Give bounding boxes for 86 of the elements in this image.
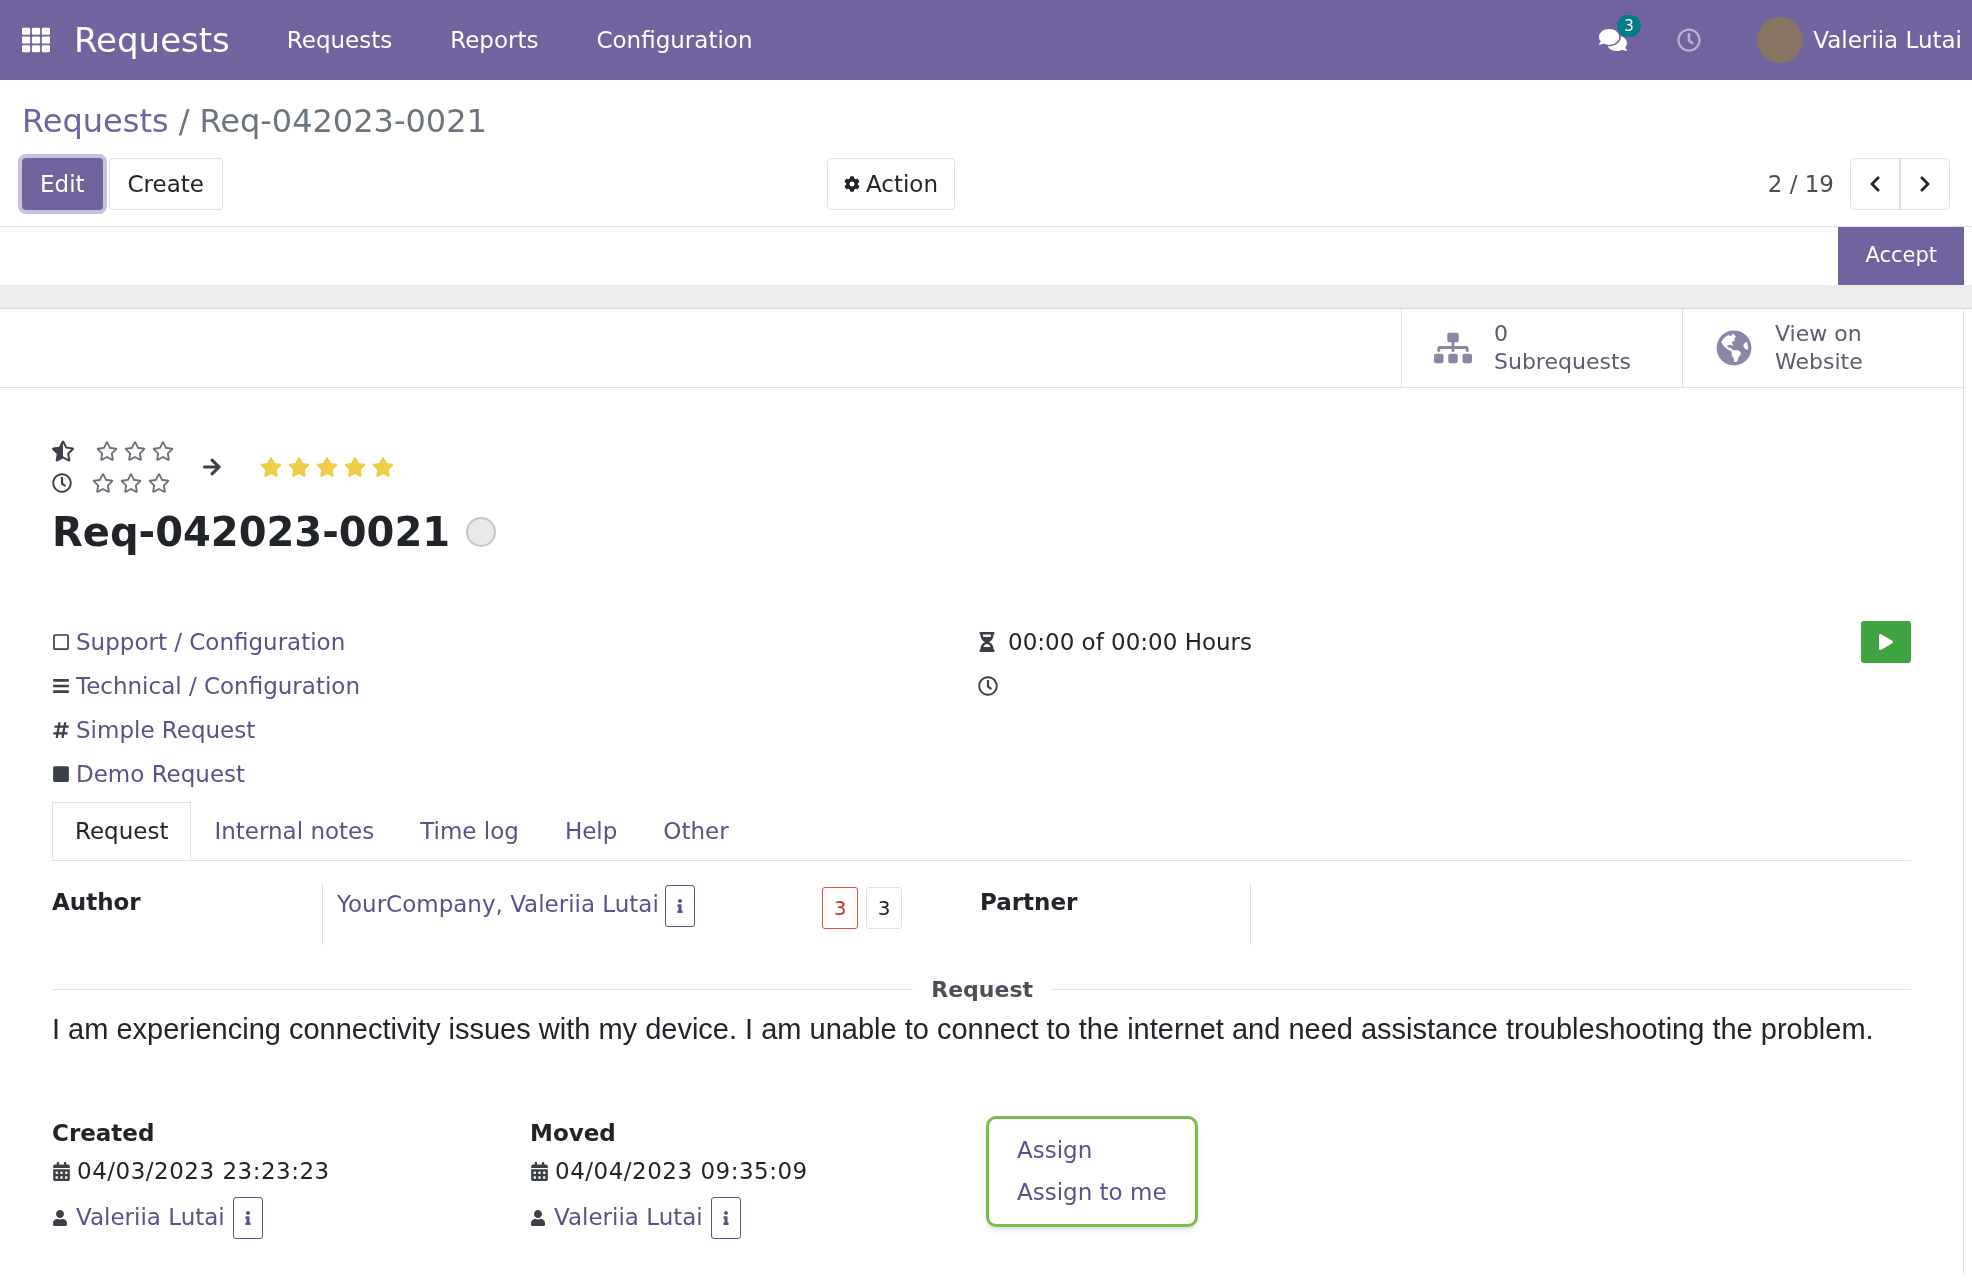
pager-text: 2 / 19 (1767, 169, 1834, 199)
field-label: Moved (530, 1118, 617, 1148)
section-heading: Request (930, 976, 1034, 1004)
star-icon (152, 440, 174, 462)
nav-menu-item[interactable]: Requests (257, 22, 422, 58)
half-star-icon (52, 440, 74, 462)
gear-icon (844, 176, 860, 192)
play-icon (1878, 634, 1894, 650)
breadcrumb-link[interactable]: Requests (22, 102, 169, 140)
tab[interactable]: Other (640, 802, 752, 860)
calendar-icon (530, 1161, 549, 1181)
action-button[interactable]: Action (827, 158, 956, 210)
user-link[interactable]: Valeriia Lutai (554, 1200, 703, 1235)
user-icon (52, 1209, 68, 1226)
button-value: View on (1775, 320, 1863, 348)
field-link[interactable]: Simple Request (76, 712, 256, 748)
nav-menu-item[interactable]: Configuration (567, 22, 782, 58)
user-name[interactable]: Valeriia Lutai (1813, 22, 1962, 58)
create-button[interactable]: Create (108, 158, 223, 210)
field-label: Created (52, 1118, 156, 1148)
request-title: Req-042023-0021 (52, 508, 451, 557)
author-link[interactable]: YourCompany, Valeriia Lutai (337, 885, 659, 922)
star-icon (260, 456, 282, 478)
date-text: 04/03/2023 23:23:23 (77, 1157, 330, 1186)
arrow-right-icon (202, 457, 222, 477)
website-button[interactable]: View on Website (1682, 309, 1963, 387)
field-label: Partner (980, 888, 1079, 917)
date-text: 04/04/2023 09:35:09 (555, 1157, 808, 1186)
nav-menu-item[interactable]: Reports (421, 22, 568, 58)
globe-icon (1715, 330, 1753, 366)
star-icon (344, 456, 366, 478)
timer-text: 00:00 of 00:00 Hours (1008, 627, 1253, 657)
star-icon (124, 440, 146, 462)
field-link[interactable]: Technical / Configuration (76, 668, 360, 704)
calendar-icon (52, 1161, 71, 1181)
info-icon (674, 899, 685, 913)
message-count-badge: 3 (1617, 15, 1641, 37)
star-icon (120, 472, 142, 494)
apps-menu-icon[interactable] (22, 26, 50, 54)
button-label: Subrequests (1494, 348, 1631, 376)
assign-link[interactable]: Assign (1017, 1132, 1167, 1167)
app-title: Requests (74, 18, 230, 62)
play-button[interactable] (1861, 621, 1911, 663)
button-value: 0 (1494, 320, 1509, 348)
subrequests-button[interactable]: 0 Subrequests (1401, 309, 1682, 387)
hashtag-icon (52, 721, 70, 739)
info-button[interactable] (232, 1196, 263, 1239)
button-label: Website (1775, 348, 1863, 376)
accept-button[interactable]: Accept (1838, 227, 1964, 285)
star-icon (148, 472, 170, 494)
breadcrumb-separator: / (178, 102, 190, 140)
sitemap-icon (1434, 330, 1472, 366)
user-link[interactable]: Valeriia Lutai (76, 1200, 225, 1235)
info-icon (720, 1210, 731, 1225)
list-icon (52, 677, 70, 695)
counter-badge[interactable]: 3 (866, 887, 902, 929)
star-rating[interactable] (92, 472, 170, 494)
info-button[interactable] (664, 885, 695, 927)
tab[interactable]: Internal notes (191, 802, 398, 860)
tab[interactable]: Help (541, 802, 641, 860)
assign-link[interactable]: Assign to me (1017, 1175, 1167, 1210)
star-icon (92, 472, 114, 494)
clock-icon (52, 473, 72, 493)
field-link[interactable]: Demo Request (76, 756, 246, 792)
user-icon (530, 1209, 546, 1226)
hourglass-icon (978, 632, 996, 652)
square-icon (52, 765, 70, 783)
field-link[interactable]: Support / Configuration (76, 624, 346, 660)
field-label: Author (52, 888, 142, 917)
previous-button[interactable] (1850, 158, 1900, 210)
tab[interactable]: Time log (397, 802, 542, 860)
star-rating[interactable] (260, 456, 394, 478)
star-icon (372, 456, 394, 478)
tab[interactable]: Request (52, 802, 192, 860)
star-icon (316, 456, 338, 478)
star-icon (96, 440, 118, 462)
counter-badge[interactable]: 3 (822, 887, 858, 929)
breadcrumb-current: Req-042023-0021 (199, 102, 487, 140)
info-icon (242, 1210, 253, 1225)
request-description: I am experiencing connectivity issues with my device. I am unable to connect to the internet and need assistance troubleshooting the problem. (52, 1012, 1875, 1047)
star-rating[interactable] (96, 440, 174, 462)
star-icon (288, 456, 310, 478)
info-button[interactable] (710, 1196, 741, 1239)
activity-clock-icon[interactable] (1677, 28, 1702, 52)
clock-icon (978, 676, 998, 696)
next-button[interactable] (1900, 158, 1950, 210)
